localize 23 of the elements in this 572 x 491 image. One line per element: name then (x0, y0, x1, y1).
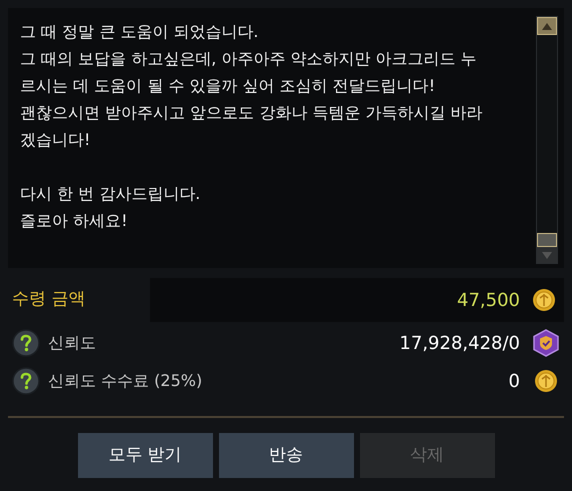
amount-value: 47,500 (457, 288, 520, 312)
amount-label: 수령 금액 (12, 288, 86, 312)
row-label: 신뢰도 (48, 332, 97, 354)
message-line: 즐로아 하세요! (20, 210, 128, 232)
scroll-up-icon[interactable] (537, 17, 557, 35)
action-button[interactable]: 반송 (218, 433, 354, 478)
row-label: 신뢰도 수수료 (25%) (48, 370, 204, 392)
coin-icon (534, 369, 558, 393)
message-line: 괜찮으시면 받아주시고 앞으로도 강화나 득템운 가득하시길 바라 (20, 102, 484, 124)
message-line: 겠습니다! (20, 129, 92, 151)
message-line: 그 때 정말 큰 도움이 되었습니다. (20, 21, 260, 43)
help-icon[interactable] (12, 329, 40, 357)
scrollbar[interactable] (536, 16, 558, 264)
action-button[interactable]: 모두 받기 (78, 433, 212, 478)
shield-badge-icon (533, 329, 559, 357)
scroll-thumb[interactable] (537, 233, 557, 247)
help-icon[interactable] (12, 367, 40, 395)
message-line: 르시는 데 도움이 될 수 있을까 싶어 조심히 전달드립니다! (20, 75, 436, 97)
message-line: 다시 한 번 감사드립니다. (20, 183, 202, 205)
row-value: 17,928,428/0 (399, 332, 520, 356)
row-value: 0 (508, 370, 520, 394)
coin-icon (532, 288, 556, 312)
message-line: 그 때의 보답을 하고싶은데, 아주아주 약소하지만 아크그리드 누 (20, 48, 478, 70)
